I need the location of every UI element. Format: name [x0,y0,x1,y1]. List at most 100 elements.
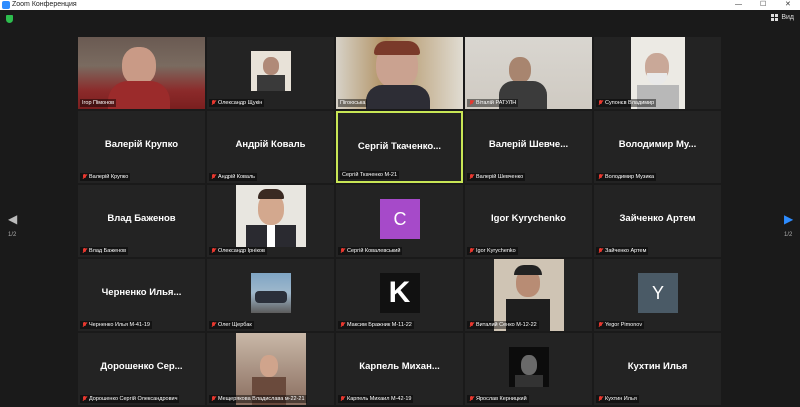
participant-name: Олександр Ірніков [218,248,265,254]
prev-page-arrow-icon[interactable]: ◀ [8,212,17,226]
participant-name-label: Кухтин Илья [596,395,639,403]
participant-tile[interactable]: Андрій Коваль Андрій Коваль [207,111,334,183]
participant-name: Олег Щербак [218,322,252,328]
participant-name: Черненко Илья М-41-19 [89,322,150,328]
participant-display-name: Володимир Му... [618,139,697,150]
mic-muted-icon [469,322,474,328]
participant-name-label: Ярослав Керницкий [467,395,529,403]
participant-avatar: Y [638,273,678,313]
participant-tile[interactable]: Igor Kyrychenko Igor Kyrychenko [465,185,592,257]
participant-name: Максим Бражник М-11-22 [347,322,412,328]
participant-name-label: Сергій Ткаченко М-21 [340,171,400,179]
mic-muted-icon [82,322,87,328]
participant-name-label: Олександр Ірніков [209,247,267,255]
participant-tile[interactable]: Дорошенко Сер... Дорошенко Сергій Олексан… [78,333,205,405]
mic-muted-icon [82,174,87,180]
participant-name-label: Валерій Крупко [80,173,131,181]
participant-name-label: Влад Баженов [80,247,129,255]
participant-display-name: Влад Баженов [107,213,176,224]
participant-name-label: Пігоюська [338,99,368,107]
participant-name: Igor Kyrychenko [476,248,516,254]
participant-name: Ярослав Керницкий [476,396,527,402]
participant-tile[interactable]: Олександр Щукін [207,37,334,109]
participant-name: Ігор Пімонов [82,100,115,106]
participant-name: Кухтин Илья [605,396,637,402]
participant-name: Влад Баженов [89,248,127,254]
participant-name-label: Мещерякова Владислава м-22-21 [209,395,307,403]
mic-muted-icon [469,100,474,106]
close-button[interactable]: ✕ [785,0,791,10]
mic-muted-icon [598,100,603,106]
participant-tile[interactable]: Віталій РАТУЛН [465,37,592,109]
participant-name: Зайченко Артем [605,248,647,254]
participant-name-label: Віталій РАТУЛН [467,99,519,107]
participant-name: Пігоюська [340,100,366,106]
mic-muted-icon [469,248,474,254]
participant-tile[interactable]: Влад Баженов Влад Баженов [78,185,205,257]
participant-tile[interactable]: Валерій Крупко Валерій Крупко [78,111,205,183]
participant-name-label: Андрій Коваль [209,173,258,181]
mic-muted-icon [340,322,345,328]
mic-muted-icon [211,322,216,328]
participant-tile[interactable]: Ігор Пімонов [78,37,205,109]
participant-name: Сергій Ковалевський [347,248,401,254]
window-title: Zoom Конференция [12,1,77,8]
window-titlebar: Zoom Конференция — ☐ ✕ [0,0,800,10]
maximize-button[interactable]: ☐ [760,0,766,10]
participant-name-label: Олександр Щукін [209,99,265,107]
participant-tile[interactable]: Олег Щербак [207,259,334,331]
minimize-button[interactable]: — [735,0,742,10]
participant-name: Виталий Сенко М-12-22 [476,322,537,328]
prev-page-indicator: 1/2 [8,232,17,238]
participant-name-label: Виталий Сенко М-12-22 [467,321,539,329]
participant-avatar: C [380,199,420,239]
participant-tile[interactable]: Олександр Ірніков [207,185,334,257]
participant-display-name: Черненко Илья... [101,287,182,298]
participant-tile[interactable]: Виталий Сенко М-12-22 [465,259,592,331]
participant-tile[interactable]: Пігоюська [336,37,463,109]
participant-name: Віталій РАТУЛН [476,100,517,106]
participant-name: Мещерякова Владислава м-22-21 [218,396,305,402]
next-page-arrow-icon[interactable]: ▶ [784,212,793,226]
zoom-app-icon [2,1,10,9]
participant-tile[interactable]: K Максим Бражник М-11-22 [336,259,463,331]
mic-muted-icon [82,248,87,254]
participant-tile[interactable]: Черненко Илья... Черненко Илья М-41-19 [78,259,205,331]
participant-display-name: Зайченко Артем [619,213,696,224]
mic-muted-icon [598,174,603,180]
participant-name: Сергій Ткаченко М-21 [342,172,398,178]
participant-display-name: Igor Kyrychenko [491,213,566,224]
mic-muted-icon [469,174,474,180]
participant-tile[interactable]: Сергій Ткаченко... Сергій Ткаченко М-21 [336,111,463,183]
participant-name-label: Супонєв Владимир [596,99,657,107]
participant-tile[interactable]: Y Yegor Pimonov [594,259,721,331]
participant-tile[interactable]: Ярослав Керницкий [465,333,592,405]
view-button[interactable]: Вид [771,14,794,21]
participant-tile[interactable]: Мещерякова Владислава м-22-21 [207,333,334,405]
participant-display-name: Валерій Крупко [104,139,179,150]
mic-muted-icon [598,322,603,328]
participant-display-name: Дорошенко Сер... [100,361,183,372]
participant-tile[interactable]: C Сергій Ковалевський [336,185,463,257]
participant-tile[interactable]: Карпель Михан... Карпель Михаил М-42-19 [336,333,463,405]
participant-name-label: Володимир Музика [596,173,657,181]
participant-name-label: Igor Kyrychenko [467,247,518,255]
mic-muted-icon [598,248,603,254]
mic-muted-icon [469,396,474,402]
participant-name-label: Yegor Pimonov [596,321,645,329]
participant-tile[interactable]: Кухтин Илья Кухтин Илья [594,333,721,405]
meeting-toolbar: Вид [0,10,800,28]
participant-tile[interactable]: Володимир Му... Володимир Музика [594,111,721,183]
mic-muted-icon [340,396,345,402]
video-gallery: Ігор Пімонов Олександр Щукін Пігоюська Віта… [78,37,722,407]
security-shield-icon[interactable] [6,15,13,23]
participant-tile[interactable]: Супонєв Владимир [594,37,721,109]
participant-tile[interactable]: Зайченко Артем Зайченко Артем [594,185,721,257]
participant-name: Валерій Шевченко [476,174,524,180]
participant-name: Олександр Щукін [218,100,263,106]
participant-name-label: Дорошенко Сергій Олександрович [80,395,180,403]
participant-tile[interactable]: Валерій Шевче... Валерій Шевченко [465,111,592,183]
mic-muted-icon [598,396,603,402]
mic-muted-icon [82,396,87,402]
view-label: Вид [781,14,794,21]
